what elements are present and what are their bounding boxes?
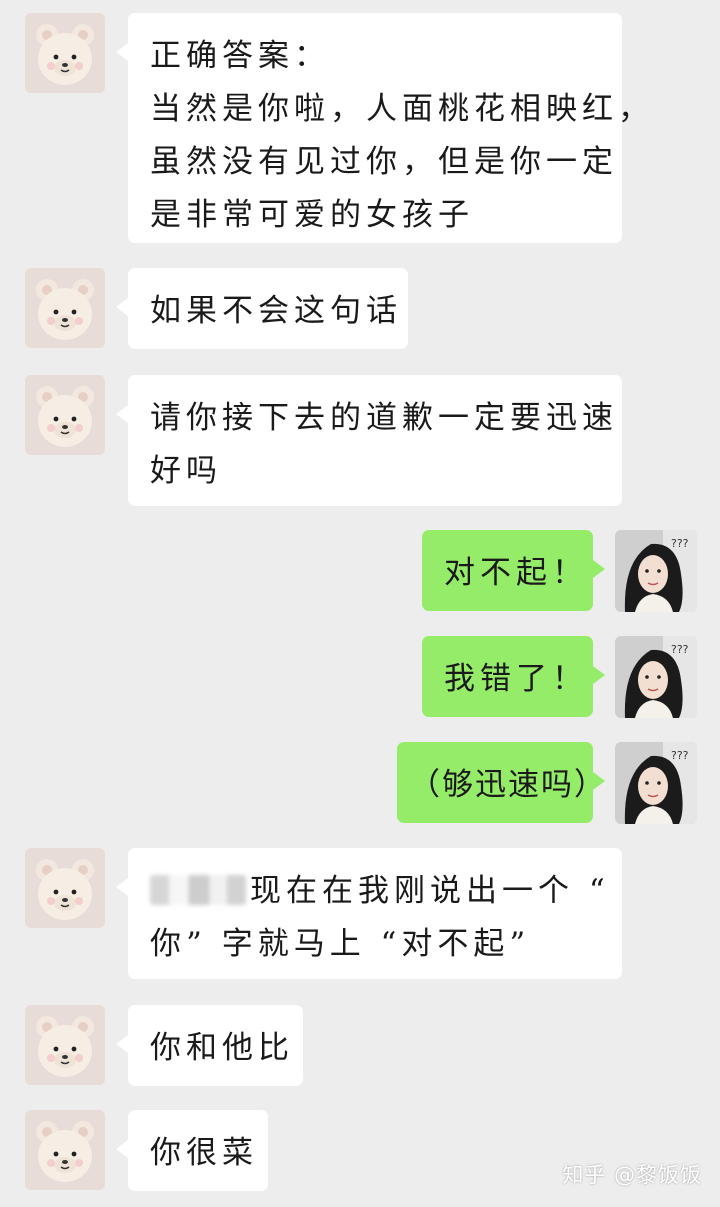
- message-bubble[interactable]: 如果不会这句话: [116, 268, 408, 349]
- message-bubble[interactable]: 对不起！: [422, 530, 605, 611]
- contact-avatar[interactable]: [25, 268, 105, 348]
- svg-text:???: ???: [671, 643, 689, 656]
- message-text: 好吗: [150, 453, 222, 489]
- message-bubble[interactable]: 我错了！: [422, 636, 605, 717]
- message-text: 你” 字就马上 “对不起”: [150, 926, 531, 962]
- message-text: 当然是你啦，人面桃花相映红，: [150, 91, 654, 127]
- message-bubble[interactable]: 现在在我刚说出一个 “ 你” 字就马上 “对不起”: [116, 848, 622, 979]
- contact-avatar[interactable]: [25, 1005, 105, 1085]
- contact-avatar[interactable]: [25, 1110, 105, 1190]
- redacted-name: [150, 875, 246, 905]
- watermark: 知乎 @黎饭饭: [562, 1163, 702, 1187]
- message-bubble[interactable]: 你和他比: [116, 1005, 303, 1086]
- message-bubble[interactable]: 正确答案： 当然是你啦，人面桃花相映红， 虽然没有见过你，但是你一定 是非常可爱…: [116, 13, 654, 243]
- message-text: （够迅速吗）: [409, 767, 607, 803]
- contact-avatar[interactable]: [25, 848, 105, 928]
- message-text: 你和他比: [150, 1030, 294, 1066]
- user-avatar[interactable]: ???: [615, 530, 697, 612]
- message-text: 对不起！: [444, 555, 588, 591]
- svg-text:???: ???: [671, 537, 689, 550]
- message-text-line: 现在在我刚说出一个 “: [150, 865, 605, 918]
- message-text: 请你接下去的道歉一定要迅速: [150, 400, 618, 436]
- contact-avatar[interactable]: [25, 13, 105, 93]
- message-bubble[interactable]: 你很菜: [116, 1110, 268, 1191]
- message-text: 正确答案：: [150, 38, 330, 74]
- contact-avatar[interactable]: [25, 375, 105, 455]
- message-bubble[interactable]: （够迅速吗）: [397, 742, 607, 823]
- svg-text:???: ???: [671, 749, 689, 762]
- user-avatar[interactable]: ???: [615, 636, 697, 718]
- message-text: 我错了！: [444, 661, 588, 697]
- message-text: 如果不会这句话: [150, 293, 402, 329]
- message-bubble[interactable]: 请你接下去的道歉一定要迅速 好吗: [116, 375, 622, 506]
- message-text: 虽然没有见过你，但是你一定: [150, 144, 618, 180]
- message-text: 现在在我刚说出一个 “: [250, 873, 610, 909]
- user-avatar[interactable]: ???: [615, 742, 697, 824]
- message-text: 你很菜: [150, 1135, 258, 1171]
- message-text: 是非常可爱的女孩子: [150, 197, 474, 233]
